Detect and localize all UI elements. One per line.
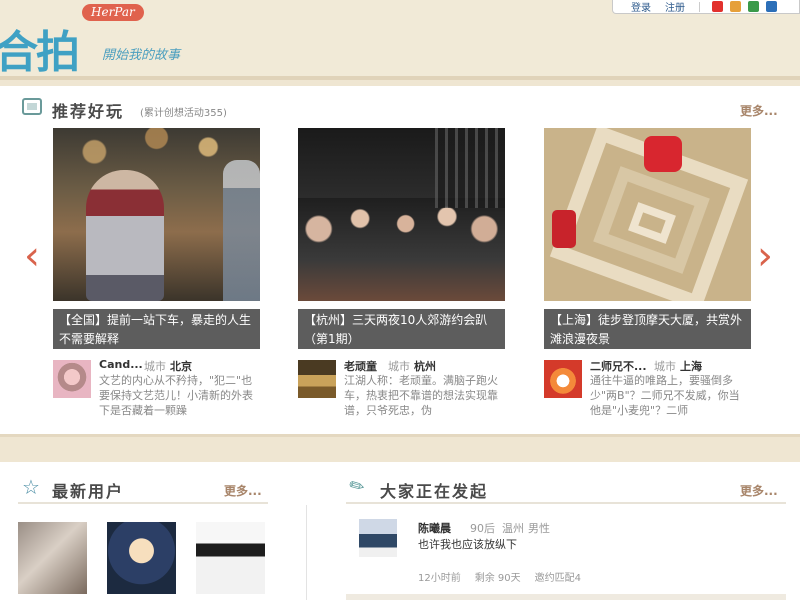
card-meta: 二师兄不... 城市 上海 通往牛逼的唯路上，要骚倒多少"两B"？二师兄不发威，你… [544,358,751,418]
login-link[interactable]: 登录 [631,0,651,14]
user-name[interactable]: Cand... [99,358,143,371]
new-user-avatar[interactable] [196,522,265,594]
activity-card[interactable]: 【全国】提前一站下车，暴走的人生不需要解释 Cand... 城市 北京 文艺的内心… [53,128,260,418]
avatar[interactable] [53,360,91,398]
column-divider [306,505,307,600]
user-description: 江湖人称：老顽童。满脑子跑火车，热衷把不靠谱的想法实现靠谱，只爷死忠，伪 [344,374,498,417]
weibo-icon[interactable] [712,1,723,12]
city-info: 城市 北京 [144,358,192,374]
user-description: 文艺的内心从不矜持，"犯二"也要保持文艺范儿！小清新的外表下是否藏着一颗躁 [99,374,253,417]
new-user-avatar[interactable] [107,522,176,594]
recommend-title: 推荐好玩 [52,102,125,121]
topbar-divider [699,1,700,12]
activities-underline [346,502,786,504]
activity-footer: 12小时前 剩余 90天 邀约匹配4 [418,569,595,584]
city-name: 北京 [170,360,192,373]
activity-caption[interactable]: 【上海】徒步登顶摩天大厦，共赏外滩浪漫夜景 [544,309,751,349]
new-users-underline [18,502,268,504]
avatar[interactable] [298,360,336,398]
activity-photo[interactable] [544,128,751,301]
city-name: 上海 [680,360,702,373]
renren-icon[interactable] [748,1,759,12]
activities-more-link[interactable]: 更多... [740,482,778,499]
new-users-title: 最新用户 [52,482,125,501]
user-gender: 男性 [528,522,550,535]
section-divider [0,434,800,462]
tencent-weibo-icon[interactable] [730,1,741,12]
logo-badge: HerPar [82,4,144,21]
user-city: 温州 [502,522,524,535]
tv-icon [22,98,42,115]
next-arrow-icon[interactable]: › [757,236,773,276]
card-meta: Cand... 城市 北京 文艺的内心从不矜持，"犯二"也要保持文艺范儿！小清新的… [53,358,260,418]
activity-photo[interactable] [53,128,260,301]
avatar[interactable] [544,360,582,398]
next-activity-row [346,594,786,600]
activity-card[interactable]: 【杭州】三天两夜10人郊游约会趴（第1期） 老顽童 城市 杭州 江湖人称：老顽童。… [298,128,505,418]
activities-title: 大家正在发起 [380,482,489,501]
card-meta: 老顽童 城市 杭州 江湖人称：老顽童。满脑子跑火车，热衷把不靠谱的想法实现靠谱，只… [298,358,505,418]
avatar[interactable] [359,519,397,557]
user-name[interactable]: 老顽童 [344,358,377,374]
user-description: 通往牛逼的唯路上，要骚倒多少"两B"？二师兄不发威，你当他是"小麦兜"？二师 [590,374,740,417]
activity-text[interactable]: 也许我也应该放纵下 [418,536,517,552]
activity-user-name[interactable]: 陈曦晨 [418,520,451,536]
register-link[interactable]: 注册 [665,0,685,14]
user-age: 90后 [470,522,495,535]
recommend-more-link[interactable]: 更多... [740,102,778,119]
activity-caption[interactable]: 【全国】提前一站下车，暴走的人生不需要解释 [53,309,260,349]
activity-caption[interactable]: 【杭州】三天两夜10人郊游约会趴（第1期） [298,309,505,349]
activity-time: 12小时前 [418,573,461,584]
city-name: 杭州 [414,360,436,373]
invite-match[interactable]: 邀约匹配4 [535,573,581,584]
user-name[interactable]: 二师兄不... [590,358,647,374]
activity-photo[interactable] [298,128,505,301]
top-login-bar: 登录 注册 [612,0,800,14]
activity-card[interactable]: 【上海】徒步登顶摩天大厦，共赏外滩浪漫夜景 二师兄不... 城市 上海 通往牛逼的… [544,128,751,418]
star-icon: ☆ [22,475,40,499]
city-label: 城市 [654,360,676,373]
city-info: 城市 上海 [654,358,702,374]
qzone-icon[interactable] [766,1,777,12]
city-info: 城市 杭州 [388,358,436,374]
logo[interactable]: 合拍 [0,16,80,80]
city-label: 城市 [388,360,410,373]
tagline: 開始我的故事 [102,48,181,63]
prev-arrow-icon[interactable]: ‹ [24,236,40,276]
city-label: 城市 [144,360,166,373]
recommend-count: (累计创想活动355) [140,108,227,119]
activity-remaining: 剩余 90天 [474,573,521,584]
new-user-avatar[interactable] [18,522,87,594]
new-users-more-link[interactable]: 更多... [224,482,262,499]
